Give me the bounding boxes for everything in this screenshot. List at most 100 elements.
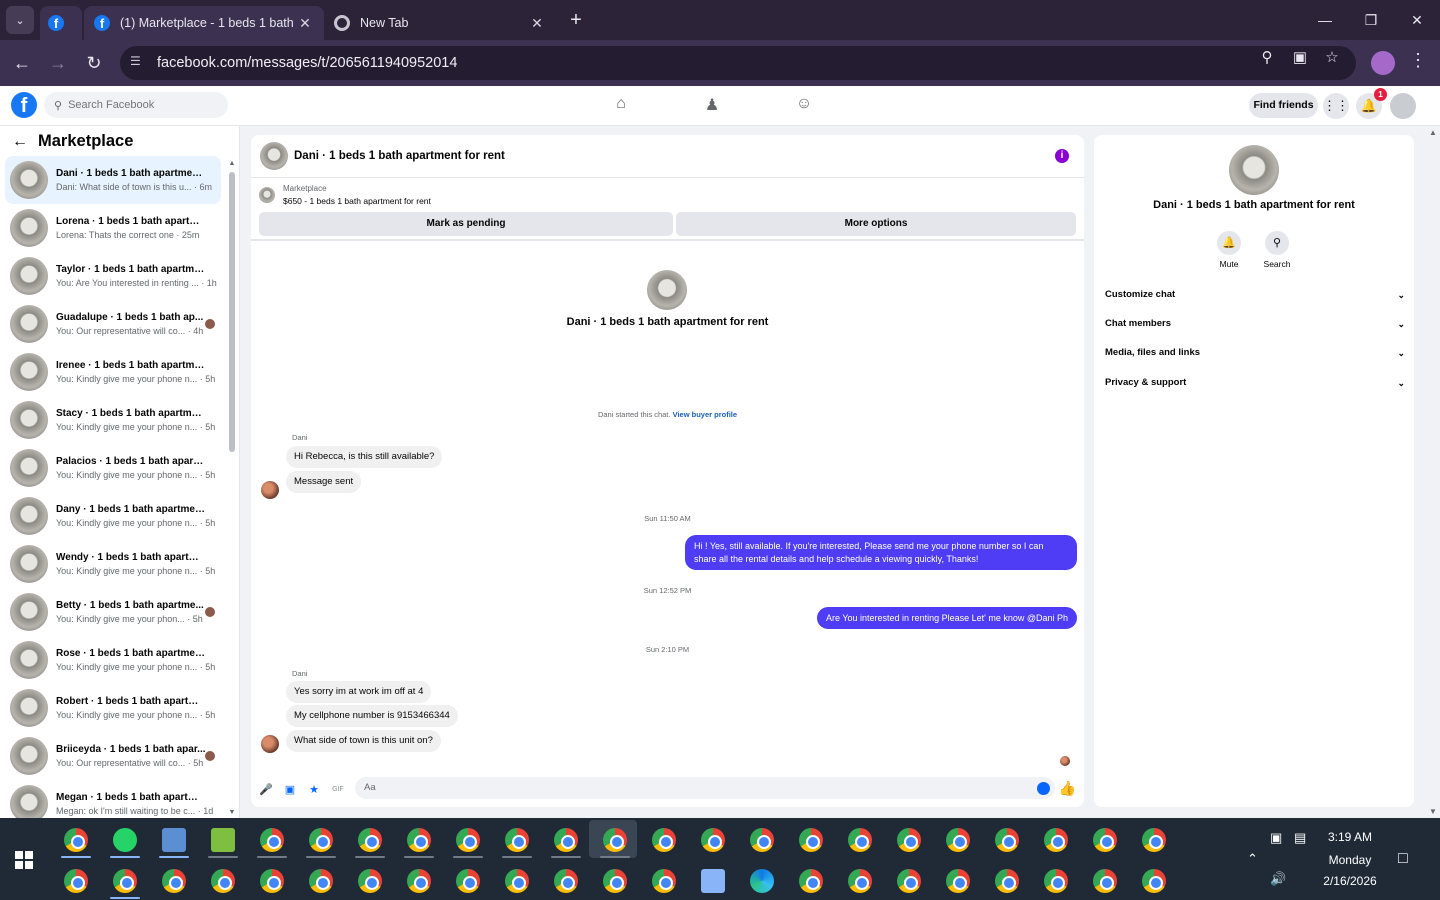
bookmark-star-icon[interactable]: ☆ [1322,48,1342,68]
notification-center-icon[interactable]: □ [1398,850,1408,868]
profile-avatar[interactable] [1371,51,1395,75]
scrollbar-thumb[interactable] [229,172,235,452]
chrome-app-icon[interactable] [505,828,529,852]
chrome-app-icon[interactable] [848,869,872,893]
bell-icon[interactable]: 🔔 [1217,231,1241,255]
back-arrow-icon[interactable]: ← [12,133,28,151]
tab-search-button[interactable]: ⌄ [6,6,34,34]
chrome-app-icon[interactable] [1142,828,1166,852]
chrome-app-icon[interactable] [64,869,88,893]
edge-icon[interactable] [750,869,774,893]
thumbs-up-icon[interactable]: 👍 [1059,780,1076,797]
inbox-scrollbar[interactable]: ▲ ▼ [228,160,236,816]
windows-start-icon[interactable] [15,851,33,869]
kebab-menu-icon[interactable]: ⋮ [1408,50,1428,76]
media-files-links-section[interactable]: Media, files and links ⌄ [1105,343,1405,363]
chrome-app-icon[interactable] [211,869,235,893]
close-icon[interactable]: ✕ [528,15,546,32]
conversation-item[interactable]: Irenee · 1 beds 1 bath apartmen... You: K… [5,348,221,396]
chrome-app-icon[interactable] [750,828,774,852]
close-window-button[interactable]: ✕ [1402,8,1432,32]
whatsapp-icon[interactable] [113,828,137,852]
chrome-app-icon[interactable] [260,869,284,893]
tab-marketplace[interactable]: f (1) Marketplace - 1 beds 1 bath ✕ [84,6,324,40]
restore-button[interactable]: ❐ [1356,8,1386,32]
info-avatar[interactable] [1229,145,1279,195]
more-options-button[interactable]: More options [676,212,1076,236]
clock-date[interactable]: 2/16/2026 [1305,874,1395,888]
keyboard-icon[interactable] [701,869,725,893]
chrome-app-icon[interactable] [505,869,529,893]
message-input[interactable]: Aa [355,777,1055,799]
conversation-item[interactable]: Taylor · 1 beds 1 bath apartmen... You: A… [5,252,221,300]
sticker-icon[interactable]: ★ [307,783,321,797]
info-icon[interactable]: i [1055,149,1069,163]
conversation-item[interactable]: Robert · 1 beds 1 bath apartme... You: Ki… [5,684,221,732]
pinned-tab-facebook[interactable]: f [40,6,82,40]
mute-action[interactable]: 🔔 Mute [1204,231,1254,269]
search-action[interactable]: ⚲ Search [1252,231,1302,269]
search-icon[interactable]: ⚲ [1265,231,1289,255]
chrome-app-icon[interactable] [1044,828,1068,852]
chrome-app-icon[interactable] [358,828,382,852]
home-icon[interactable]: ⌂ [609,95,633,117]
page-scrollbar[interactable]: ▲ ▼ [1427,126,1440,818]
app-window-icon[interactable] [162,828,186,852]
install-app-icon[interactable]: ▣ [1290,48,1310,68]
chrome-app-icon[interactable] [456,869,480,893]
chrome-app-icon[interactable] [995,869,1019,893]
chrome-app-icon[interactable] [260,828,284,852]
chrome-app-icon[interactable] [1093,869,1117,893]
zoom-icon[interactable]: ⚲ [1257,48,1277,68]
chrome-app-icon[interactable] [309,828,333,852]
search-input[interactable] [68,99,219,111]
scroll-up-arrow[interactable]: ▲ [1429,128,1437,137]
site-info-icon[interactable]: ☰ [130,54,148,72]
forward-button[interactable]: → [45,50,71,76]
conversation-item[interactable]: Dany · 1 beds 1 bath apartment... You: Ki… [5,492,221,540]
conversation-item[interactable]: Betty · 1 beds 1 bath apartme... You: Kin… [5,588,221,636]
conversation-item[interactable]: Megan · 1 beds 1 bath apartme... Megan: o… [5,780,221,818]
new-tab-button[interactable]: + [564,10,588,32]
view-buyer-profile-link[interactable]: View buyer profile [673,410,737,419]
emoji-icon[interactable] [1037,782,1050,795]
address-bar[interactable]: ☰ facebook.com/messages/t/20656119409520… [120,46,1356,80]
chrome-app-icon[interactable] [554,869,578,893]
scroll-down-arrow[interactable]: ▼ [1429,807,1437,816]
conversation-item[interactable]: Palacios · 1 beds 1 bath apartm... You: K… [5,444,221,492]
chrome-app-icon[interactable] [995,828,1019,852]
chrome-app-icon[interactable] [1093,828,1117,852]
chrome-app-icon[interactable] [946,828,970,852]
groups-icon[interactable]: ☺ [792,95,816,117]
volume-icon[interactable]: 🔊 [1270,871,1286,887]
photo-icon[interactable]: ▣ [283,783,297,797]
conversation-item[interactable]: Dani · 1 beds 1 bath apartment ... Dani: … [5,156,221,204]
chrome-app-icon[interactable] [848,828,872,852]
scroll-up-arrow[interactable]: ▲ [228,160,236,167]
gif-icon[interactable]: GIF [331,783,345,797]
privacy-support-section[interactable]: Privacy & support ⌄ [1105,373,1405,393]
chrome-app-icon[interactable] [652,828,676,852]
conversation-item[interactable]: Rose · 1 beds 1 bath apartment ... You: K… [5,636,221,684]
sender-avatar[interactable] [261,735,279,753]
chrome-app-icon[interactable] [407,828,431,852]
notepad-icon[interactable] [211,828,235,852]
clock-time[interactable]: 3:19 AM [1305,830,1395,844]
conversation-item[interactable]: Guadalupe · 1 beds 1 bath ap... You: Our … [5,300,221,348]
listing-thumbnail[interactable] [259,187,275,203]
close-icon[interactable]: ✕ [296,15,314,32]
menu-grid-icon[interactable]: ⋮⋮ [1323,93,1349,119]
back-button[interactable]: ← [9,50,35,76]
scroll-down-arrow[interactable]: ▼ [228,809,236,816]
tab-new-tab[interactable]: New Tab ✕ [324,6,556,40]
clock-day[interactable]: Monday [1305,853,1395,867]
chrome-app-icon[interactable] [358,869,382,893]
microphone-icon[interactable]: 🎤 [259,783,273,797]
chrome-app-icon[interactable] [554,828,578,852]
chat-members-section[interactable]: Chat members ⌄ [1105,314,1405,334]
minimize-button[interactable]: — [1310,8,1340,32]
listing-price[interactable]: $650 - 1 beds 1 bath apartment for rent [283,196,431,206]
chrome-app-icon[interactable] [309,869,333,893]
find-friends-button[interactable]: Find friends [1249,93,1318,118]
chrome-app-icon[interactable] [652,869,676,893]
